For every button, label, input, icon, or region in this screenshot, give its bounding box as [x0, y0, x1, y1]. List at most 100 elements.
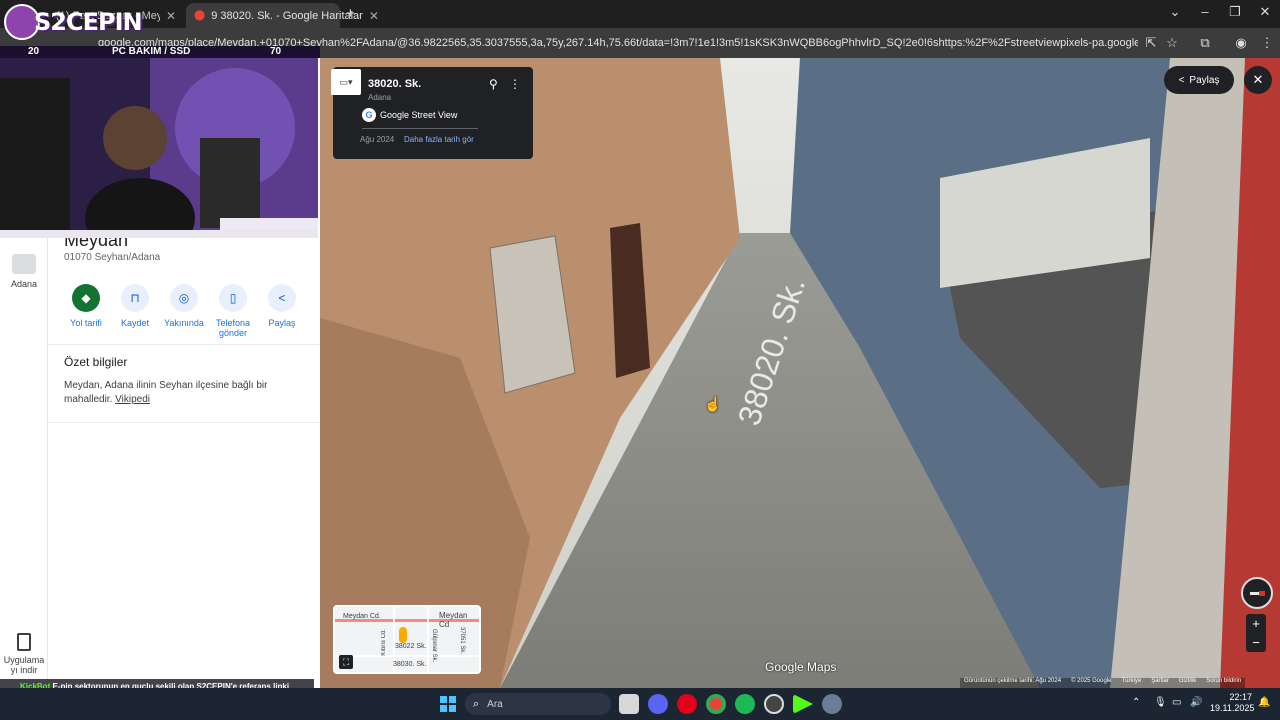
minimize-icon[interactable]: – [1190, 4, 1220, 19]
map-label: 38022 Sk. [395, 643, 427, 650]
action-label: Telefona gönder [215, 318, 251, 338]
browser-tab-2[interactable]: ⬤ 9 38020. Sk. - Google Haritalar ✕ [186, 3, 379, 28]
logo-text: S2CEPIN [34, 8, 143, 36]
google-maps-watermark: Google Maps [765, 660, 837, 674]
taskbar-search[interactable]: ⌕ Ara [465, 693, 611, 715]
divider [48, 422, 320, 423]
close-window-icon[interactable]: ✕ [1250, 4, 1280, 20]
copyright: © 2025 Google [1071, 678, 1112, 684]
bookmark-star-icon[interactable]: ☆ [1163, 34, 1181, 52]
more-dates-link[interactable]: Daha fazla tarih gör [404, 135, 474, 144]
hand-cursor-icon: ☝ [704, 396, 722, 412]
compass-icon[interactable] [1241, 577, 1273, 609]
streetview-footer: Görüntünün çekilme tarihi: Ağu 2024 © 20… [960, 678, 1246, 688]
street-name: 38020. Sk. [368, 78, 422, 90]
search-icon: ⌕ [473, 697, 480, 710]
close-tab-icon[interactable]: ✕ [369, 9, 379, 23]
opera-icon[interactable] [677, 694, 697, 714]
chrome-icon[interactable] [706, 694, 726, 714]
maps-favicon-icon: ⬤ [194, 10, 206, 21]
profile-icon[interactable]: ◉ [1232, 34, 1250, 52]
nearby-icon: ◎ [170, 284, 198, 312]
tray-chevron-icon[interactable]: ⌃ [1132, 697, 1140, 708]
share-label: Paylaş [1189, 74, 1220, 86]
road-line [335, 655, 479, 657]
google-g-icon: G [362, 108, 376, 122]
app-download-label[interactable]: Uygulama yı indir [0, 655, 48, 675]
webcam-overlay [0, 58, 318, 238]
pegman-icon [399, 627, 407, 643]
task-view-icon[interactable] [619, 694, 639, 714]
adana-thumbnail[interactable] [12, 254, 36, 274]
spotify-icon[interactable] [735, 694, 755, 714]
new-tab-button[interactable]: + [346, 5, 355, 22]
settings-gear-icon[interactable] [822, 694, 842, 714]
streamer-logo: S2CEPIN [4, 2, 143, 46]
stats-right: 70 [270, 46, 282, 57]
stats-left: 20 [28, 46, 40, 57]
city-name: Adana [368, 93, 392, 102]
desk-strip [0, 230, 318, 238]
send-to-phone-button[interactable]: ▯ Telefona gönder [208, 284, 258, 338]
region-link[interactable]: Türkiye [1122, 678, 1142, 688]
phone-icon: ▯ [219, 284, 247, 312]
action-label: Kaydet [120, 318, 150, 328]
zoom-in-button[interactable]: + [1246, 614, 1266, 633]
share-icon: < [268, 284, 296, 312]
discord-icon[interactable] [648, 694, 668, 714]
location-pin-icon[interactable]: ⚲ [489, 77, 498, 91]
tab-search-icon[interactable]: ⌄ [1160, 4, 1190, 20]
install-app-icon[interactable]: ⇱ [1142, 34, 1160, 52]
clock-time: 22:17 [1229, 692, 1252, 702]
summary-heading: Özet bilgiler [64, 355, 128, 369]
mobile-phone-icon[interactable] [17, 633, 31, 651]
divider [48, 344, 320, 345]
summary-body: Meydan, Adana ilinin Seyhan ilçesine bağ… [64, 380, 268, 405]
notification-bell-icon[interactable]: 🔔 [1258, 697, 1270, 708]
volume-icon[interactable]: 🔊 [1190, 697, 1202, 708]
nearby-button[interactable]: ◎ Yakınında [159, 284, 209, 328]
browser-tab-bar: (1) Feyt Bazaar - Meybuz (Sıfır ✕ ⬤ 9 38… [0, 0, 1280, 28]
microphone-icon[interactable]: 🎙 [1154, 697, 1167, 708]
menu-icon[interactable]: ⋮ [1258, 34, 1276, 52]
search-placeholder: Ara [487, 698, 503, 710]
terms-link[interactable]: Şartlar [1151, 678, 1169, 688]
keyboard-icon[interactable]: ▭▾ [331, 69, 361, 95]
zoom-out-button[interactable]: − [1246, 633, 1266, 652]
report-link[interactable]: Sorun bildirin [1206, 678, 1241, 688]
save-button[interactable]: ⊓ Kaydet [110, 284, 160, 328]
streetview-share-button[interactable]: < Paylaş [1164, 66, 1234, 94]
map-label: 38030. Sk. [393, 661, 427, 668]
start-button[interactable] [440, 696, 456, 712]
map-label: Meydan Cd. [343, 613, 381, 620]
mini-map[interactable]: Meydan Cd. Meydan Cd Kıbrıs Cd. Gülpınar… [333, 605, 481, 674]
rail-item-adana[interactable]: Adana [0, 279, 48, 289]
expand-map-icon[interactable]: ⛶ [339, 655, 353, 669]
action-label: Yol tarifi [70, 318, 102, 328]
action-label: Yakınında [164, 318, 204, 328]
map-label: Gülpınar Sk. [431, 629, 437, 663]
map-label: 37051 Sk. [459, 627, 465, 655]
maximize-icon[interactable]: ❐ [1220, 4, 1250, 20]
wikipedia-link[interactable]: Vikipedi [115, 394, 150, 405]
privacy-link[interactable]: Gizlilik [1179, 678, 1196, 688]
road-line [427, 607, 429, 672]
network-icon[interactable]: ▭ [1172, 697, 1181, 708]
capture-date: Görüntünün çekilme tarihi: Ağu 2024 [964, 678, 1062, 684]
summary-text: Meydan, Adana ilinin Seyhan ilçesine bağ… [64, 379, 294, 407]
stream-stats-bar: 20 PC BAKIM / SSD 70 [0, 46, 320, 58]
stats-mid: PC BAKIM / SSD [112, 46, 191, 57]
directions-icon: ◆ [72, 284, 100, 312]
card-divider [362, 128, 478, 129]
directions-button[interactable]: ◆ Yol tarifi [61, 284, 111, 328]
close-tab-icon[interactable]: ✕ [166, 9, 176, 23]
close-streetview-button[interactable]: ✕ [1244, 66, 1272, 94]
share-icon: < [1178, 74, 1185, 86]
taskbar-clock[interactable]: 22:17 19.11.2025 [1210, 692, 1255, 714]
obs-icon[interactable] [764, 694, 784, 714]
bookmark-icon: ⊓ [121, 284, 149, 312]
extensions-icon[interactable]: ⧉ [1196, 34, 1214, 52]
clock-date: 19.11.2025 [1210, 703, 1255, 713]
more-options-icon[interactable]: ⋮ [509, 77, 521, 91]
share-button[interactable]: < Paylaş [257, 284, 307, 328]
